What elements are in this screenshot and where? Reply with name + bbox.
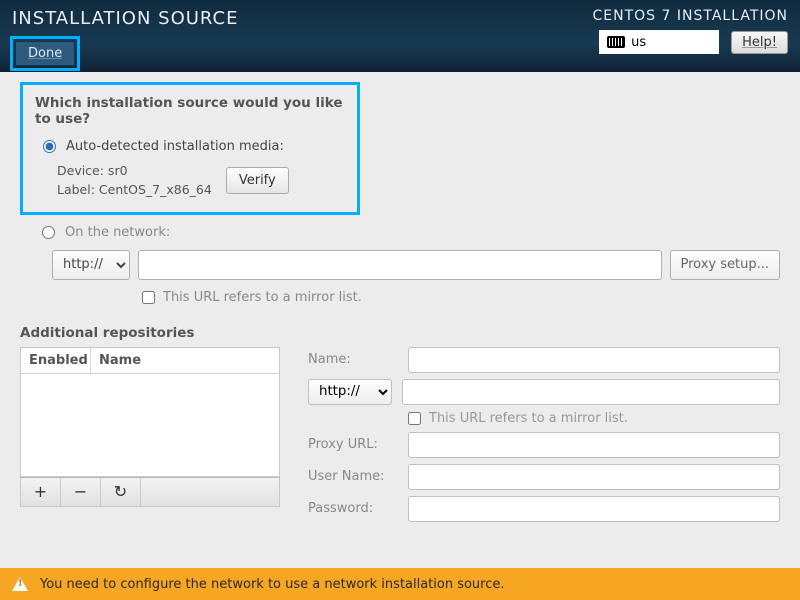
refresh-icon: ↻ [114, 482, 127, 501]
auto-detected-label: Auto-detected installation media: [66, 139, 284, 154]
repo-table[interactable]: Enabled Name [20, 347, 280, 477]
additional-repos-title: Additional repositories [20, 325, 780, 341]
auto-detected-radio[interactable] [43, 140, 56, 153]
additional-repos-section: Additional repositories Enabled Name + −… [20, 325, 780, 522]
verify-button[interactable]: Verify [226, 167, 289, 194]
main-content: Which installation source would you like… [0, 72, 800, 522]
help-button[interactable]: Help! [731, 31, 788, 54]
network-source-block: On the network: http:// Proxy setup... T… [42, 225, 780, 305]
remove-repo-button[interactable]: − [61, 478, 101, 506]
warning-text: You need to configure the network to use… [40, 577, 505, 592]
repo-name-input[interactable] [408, 347, 780, 373]
username-input[interactable] [408, 464, 780, 490]
keyboard-layout-label: us [631, 35, 646, 50]
mirror-list-checkbox[interactable] [142, 291, 155, 304]
plus-icon: + [34, 482, 47, 501]
col-name: Name [91, 348, 279, 373]
install-subtitle: CENTOS 7 INSTALLATION [593, 8, 788, 24]
username-label: User Name: [308, 469, 398, 484]
repo-mirror-checkbox[interactable] [408, 412, 421, 425]
mirror-list-label: This URL refers to a mirror list. [163, 290, 362, 305]
warning-bar: You need to configure the network to use… [0, 568, 800, 600]
warning-icon [12, 577, 28, 591]
repo-table-toolbar: + − ↻ [20, 477, 280, 507]
repo-protocol-select[interactable]: http:// [308, 379, 392, 405]
done-button[interactable]: Done [15, 41, 75, 66]
minus-icon: − [74, 482, 87, 501]
keyboard-icon [607, 36, 625, 48]
network-radio[interactable] [42, 226, 55, 239]
media-details: Device: sr0 Label: CentOS_7_x86_64 [57, 162, 212, 200]
refresh-repo-button[interactable]: ↻ [101, 478, 141, 506]
header-bar: INSTALLATION SOURCE Done CENTOS 7 INSTAL… [0, 0, 800, 72]
password-input[interactable] [408, 496, 780, 522]
col-enabled: Enabled [21, 348, 91, 373]
device-label: Device: sr0 [57, 162, 212, 181]
add-repo-button[interactable]: + [21, 478, 61, 506]
page-title: INSTALLATION SOURCE [12, 8, 238, 29]
protocol-select[interactable]: http:// [52, 250, 130, 280]
repo-mirror-label: This URL refers to a mirror list. [429, 411, 628, 426]
source-question: Which installation source would you like… [35, 95, 345, 127]
proxy-setup-button[interactable]: Proxy setup... [670, 250, 781, 280]
media-label-label: Label: CentOS_7_x86_64 [57, 181, 212, 200]
repo-form: Name: http:// This URL refers to a mirro… [308, 347, 780, 522]
keyboard-layout-selector[interactable]: us [599, 30, 719, 54]
proxy-url-label: Proxy URL: [308, 437, 398, 452]
repo-name-label: Name: [308, 352, 398, 367]
highlight-outline: Done [10, 36, 80, 71]
proxy-url-input[interactable] [408, 432, 780, 458]
password-label: Password: [308, 501, 398, 516]
auto-detect-callout: Which installation source would you like… [20, 82, 360, 215]
network-label: On the network: [65, 225, 170, 240]
network-url-input[interactable] [138, 250, 662, 280]
repo-url-input[interactable] [402, 379, 780, 405]
repo-table-container: Enabled Name + − ↻ [20, 347, 280, 507]
